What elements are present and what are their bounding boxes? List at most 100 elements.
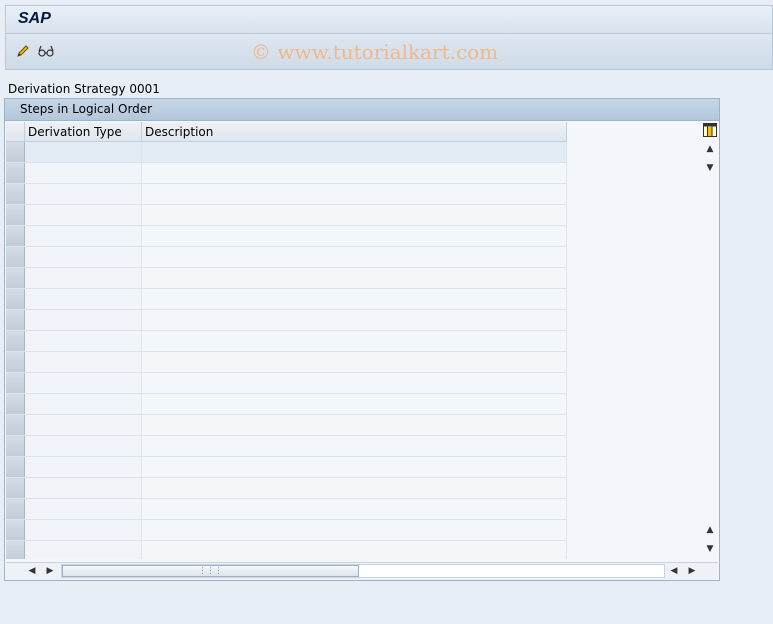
derivation-type-cell[interactable] — [25, 436, 142, 456]
scroll-left-end-button[interactable]: ◀ — [668, 565, 680, 577]
derivation-type-cell[interactable] — [25, 394, 142, 414]
derivation-type-cell[interactable] — [25, 310, 142, 330]
row-selector[interactable] — [6, 415, 25, 435]
row-selector[interactable] — [6, 310, 25, 330]
derivation-type-cell[interactable] — [25, 520, 142, 540]
row-selector[interactable] — [6, 373, 25, 393]
column-header-description[interactable]: Description — [142, 122, 567, 142]
description-cell[interactable] — [142, 520, 567, 540]
row-selector[interactable] — [6, 436, 25, 456]
table-row[interactable] — [6, 289, 567, 310]
row-selector[interactable] — [6, 331, 25, 351]
row-selector[interactable] — [6, 247, 25, 267]
description-cell[interactable] — [142, 541, 567, 559]
row-selector[interactable] — [6, 541, 25, 559]
table-row[interactable] — [6, 184, 567, 205]
table-row[interactable] — [6, 142, 567, 163]
description-cell[interactable] — [142, 373, 567, 393]
scroll-right-end-button[interactable]: ▶ — [686, 565, 698, 577]
title-bar: SAP — [5, 5, 773, 34]
description-cell[interactable] — [142, 352, 567, 372]
description-cell[interactable] — [142, 436, 567, 456]
description-cell[interactable] — [142, 184, 567, 204]
display-button[interactable] — [37, 42, 55, 60]
derivation-type-cell[interactable] — [25, 142, 142, 162]
edit-button[interactable] — [14, 42, 32, 60]
description-cell[interactable] — [142, 142, 567, 162]
row-selector[interactable] — [6, 268, 25, 288]
vertical-scrollbar[interactable]: ▲ ▼ ▲ ▼ — [701, 122, 719, 559]
table-row[interactable] — [6, 457, 567, 478]
description-cell[interactable] — [142, 310, 567, 330]
description-cell[interactable] — [142, 457, 567, 477]
table-row[interactable] — [6, 268, 567, 289]
derivation-type-cell[interactable] — [25, 499, 142, 519]
description-cell[interactable] — [142, 394, 567, 414]
derivation-type-cell[interactable] — [25, 268, 142, 288]
derivation-type-cell[interactable] — [25, 289, 142, 309]
row-selector[interactable] — [6, 457, 25, 477]
table-row[interactable] — [6, 520, 567, 541]
row-selector[interactable] — [6, 205, 25, 225]
column-header-derivation-type[interactable]: Derivation Type — [25, 122, 142, 142]
table-row[interactable] — [6, 205, 567, 226]
row-selector[interactable] — [6, 226, 25, 246]
derivation-type-cell[interactable] — [25, 184, 142, 204]
scroll-down-bottom-button[interactable]: ▼ — [703, 542, 717, 556]
table-row[interactable] — [6, 163, 567, 184]
table-row[interactable] — [6, 373, 567, 394]
row-selector[interactable] — [6, 184, 25, 204]
scroll-left-button[interactable]: ◀ — [26, 565, 38, 577]
table-row[interactable] — [6, 310, 567, 331]
scroll-right-button[interactable]: ▶ — [44, 565, 56, 577]
table-row[interactable] — [6, 541, 567, 559]
derivation-type-cell[interactable] — [25, 457, 142, 477]
column-settings-button[interactable] — [703, 123, 717, 137]
row-selector[interactable] — [6, 289, 25, 309]
description-cell[interactable] — [142, 415, 567, 435]
description-cell[interactable] — [142, 247, 567, 267]
derivation-type-cell[interactable] — [25, 541, 142, 559]
description-cell[interactable] — [142, 499, 567, 519]
row-selector[interactable] — [6, 499, 25, 519]
table-row[interactable] — [6, 394, 567, 415]
table-row[interactable] — [6, 436, 567, 457]
scroll-track[interactable]: ⋮⋮⋮ — [61, 564, 665, 578]
derivation-type-cell[interactable] — [25, 352, 142, 372]
table-row[interactable] — [6, 352, 567, 373]
scroll-down-top-button[interactable]: ▼ — [703, 161, 717, 175]
row-selector[interactable] — [6, 520, 25, 540]
table-row[interactable] — [6, 331, 567, 352]
derivation-type-cell[interactable] — [25, 205, 142, 225]
select-all-cell[interactable] — [6, 122, 25, 142]
table-row[interactable] — [6, 247, 567, 268]
table-row[interactable] — [6, 499, 567, 520]
table-row[interactable] — [6, 226, 567, 247]
description-cell[interactable] — [142, 226, 567, 246]
scroll-up-top-button[interactable]: ▲ — [703, 142, 717, 156]
derivation-type-cell[interactable] — [25, 478, 142, 498]
derivation-type-cell[interactable] — [25, 247, 142, 267]
scroll-thumb[interactable]: ⋮⋮⋮ — [62, 565, 359, 577]
horizontal-scrollbar: ◀ ▶ ⋮⋮⋮ ◀ ▶ — [6, 562, 718, 580]
derivation-type-cell[interactable] — [25, 415, 142, 435]
description-cell[interactable] — [142, 331, 567, 351]
description-cell[interactable] — [142, 163, 567, 183]
derivation-type-cell[interactable] — [25, 373, 142, 393]
row-selector[interactable] — [6, 394, 25, 414]
row-selector[interactable] — [6, 163, 25, 183]
derivation-type-cell[interactable] — [25, 331, 142, 351]
description-cell[interactable] — [142, 205, 567, 225]
row-selector[interactable] — [6, 352, 25, 372]
derivation-type-cell[interactable] — [25, 163, 142, 183]
table-rows — [6, 142, 567, 559]
derivation-type-cell[interactable] — [25, 226, 142, 246]
row-selector[interactable] — [6, 478, 25, 498]
table-row[interactable] — [6, 415, 567, 436]
table-row[interactable] — [6, 478, 567, 499]
description-cell[interactable] — [142, 289, 567, 309]
description-cell[interactable] — [142, 478, 567, 498]
row-selector[interactable] — [6, 142, 25, 162]
scroll-up-bottom-button[interactable]: ▲ — [703, 523, 717, 537]
description-cell[interactable] — [142, 268, 567, 288]
